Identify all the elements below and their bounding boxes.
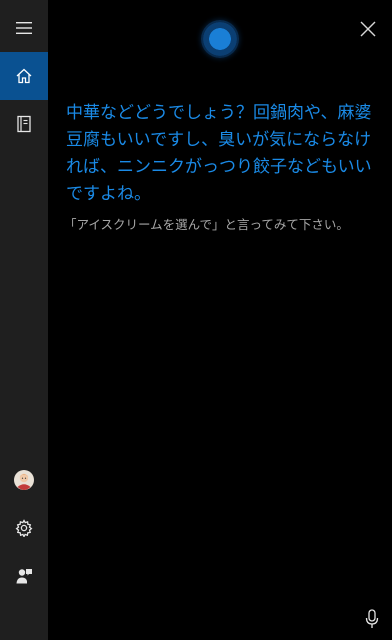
notebook-icon [17, 115, 31, 133]
close-icon [360, 21, 376, 37]
suggestion-hint-text: 「アイスクリームを選んで」と言ってみて下さい。 [64, 217, 349, 232]
avatar [14, 470, 34, 490]
hamburger-menu-button[interactable] [0, 4, 48, 52]
microphone-button[interactable] [360, 606, 384, 632]
sidebar-item-notebook[interactable] [0, 100, 48, 148]
gear-icon [15, 519, 33, 537]
hamburger-menu-icon [16, 22, 32, 34]
close-button[interactable] [355, 16, 381, 42]
sidebar-item-settings[interactable] [0, 504, 48, 552]
sidebar-item-home[interactable] [0, 52, 48, 100]
microphone-icon [365, 609, 379, 628]
sidebar-item-feedback[interactable] [0, 552, 48, 600]
sidebar [0, 0, 48, 640]
feedback-icon [16, 569, 32, 584]
cortana-response-text: 中華などどうでしょう？回鍋肉や、麻婆豆腐もいいですし、臭いが気にならなければ、ニ… [66, 103, 372, 204]
home-icon [16, 68, 32, 84]
cortana-orb[interactable] [201, 20, 239, 58]
sidebar-item-account[interactable] [0, 456, 48, 504]
